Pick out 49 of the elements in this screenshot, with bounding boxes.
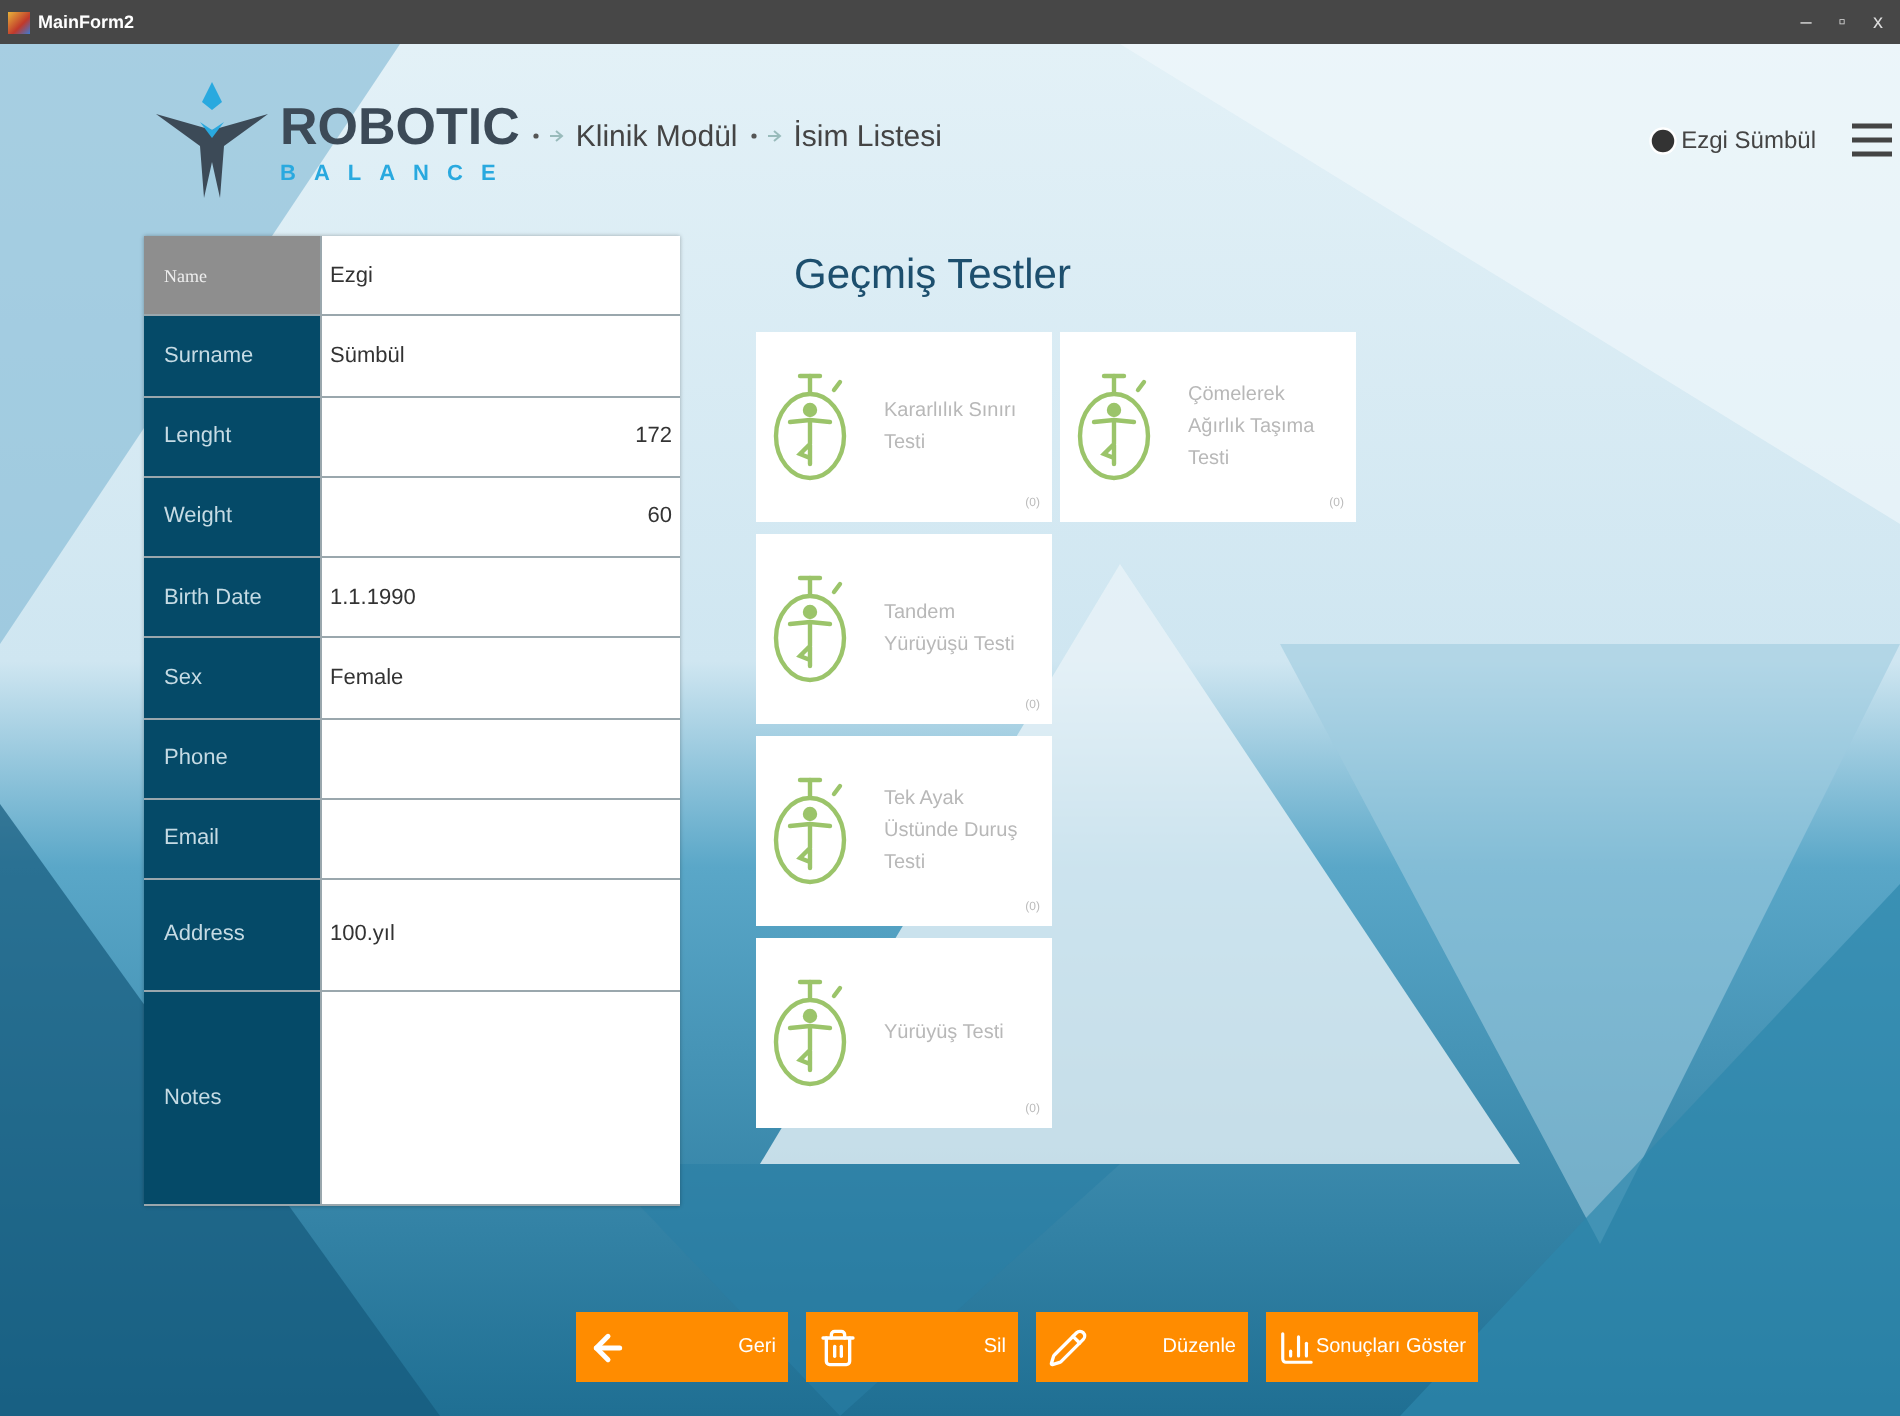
test-name: Tek Ayak Üstünde Duruş Testi — [882, 785, 1020, 877]
field-label: Weight — [144, 477, 320, 556]
field-label: Lenght — [144, 397, 320, 476]
stopwatch-figure-icon — [1076, 371, 1156, 483]
field-value: 1.1.1990 — [320, 558, 680, 637]
test-name: Tandem Yürüyüşü Testi — [882, 599, 1017, 659]
field-value: 100.yıl — [320, 880, 680, 990]
app-icon — [8, 11, 30, 33]
field-label: Name — [144, 236, 320, 315]
logo-icon — [156, 82, 268, 198]
arrow-icon — [749, 128, 782, 144]
field-value: 60 — [320, 477, 680, 556]
test-name: Çömelerek Ağırlık Taşıma Testi — [1186, 381, 1317, 473]
arrow-icon — [531, 128, 564, 144]
field-label: Birth Date — [144, 558, 320, 637]
action-button[interactable]: Sonuçları Göster — [1266, 1312, 1478, 1382]
field-value: Female — [320, 638, 680, 717]
trash-icon — [818, 1327, 858, 1367]
field-value: Sümbül — [320, 316, 680, 395]
section-title: Geçmiş Testler — [794, 252, 1073, 300]
menu-icon[interactable] — [1852, 120, 1892, 160]
window-title: MainForm2 — [38, 12, 137, 32]
breadcrumb-link[interactable]: Klinik Modül — [575, 119, 738, 153]
field-label: Email — [144, 799, 320, 878]
breadcrumb-link[interactable]: İsim Listesi — [793, 119, 942, 153]
test-name: Yürüyüş Testi — [882, 1019, 1006, 1047]
stopwatch-figure-icon — [772, 573, 852, 685]
bar-chart-icon — [1278, 1327, 1316, 1367]
window-control[interactable]: ▫ — [1828, 11, 1856, 33]
test-name: Kararlılık Sınırı Testi — [882, 397, 1019, 457]
stopwatch-figure-icon — [772, 775, 852, 887]
field-value: 172 — [320, 397, 680, 476]
user-menu[interactable]: Ezgi Sümbül — [1647, 125, 1816, 155]
action-button[interactable]: Geri — [576, 1312, 788, 1382]
pencil-icon — [1048, 1327, 1088, 1367]
field-label: Notes — [144, 991, 320, 1204]
action-button[interactable]: Düzenle — [1036, 1312, 1248, 1382]
logo-text: ROBOTIC — [280, 95, 520, 155]
logo-subtext: BALANCE — [280, 161, 516, 185]
action-button[interactable]: Sil — [806, 1312, 1018, 1382]
stopwatch-figure-icon — [772, 371, 852, 483]
window-control[interactable]: – — [1792, 11, 1820, 33]
window-control[interactable]: x — [1864, 11, 1892, 33]
field-label: Address — [144, 880, 320, 990]
field-value: Ezgi — [320, 236, 680, 315]
field-label: Sex — [144, 638, 320, 717]
field-label: Surname — [144, 316, 320, 395]
field-label: Phone — [144, 719, 320, 798]
stopwatch-figure-icon — [772, 977, 852, 1089]
